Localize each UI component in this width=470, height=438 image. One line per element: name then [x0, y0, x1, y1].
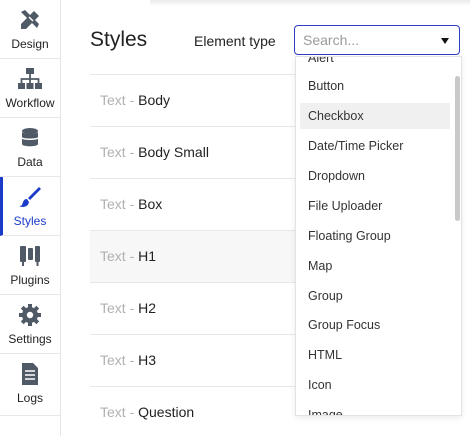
element-type-dropdown[interactable]: Alert Button Checkbox Date/Time Picker D…	[295, 56, 462, 416]
dropdown-option[interactable]: Date/Time Picker	[300, 133, 450, 159]
sidebar-item-label: Data	[17, 155, 43, 169]
sidebar-item-label: Logs	[16, 391, 44, 405]
document-icon	[22, 363, 38, 385]
sidebar-item-workflow[interactable]: Workflow	[0, 59, 60, 118]
dropdown-scrollbar[interactable]	[455, 76, 460, 221]
caret-down-icon[interactable]	[441, 38, 449, 44]
style-row[interactable]: Text - Box	[90, 178, 300, 230]
dropdown-option[interactable]: Group Focus	[300, 312, 450, 338]
style-name: Question	[138, 404, 195, 420]
style-type-prefix: Text -	[100, 300, 139, 316]
sidebar-item-label: Settings	[8, 332, 52, 346]
style-type-prefix: Text -	[100, 196, 139, 212]
dropdown-option[interactable]: Checkbox	[300, 103, 450, 129]
style-type-prefix: Text -	[100, 352, 139, 368]
dropdown-option[interactable]: Group	[300, 283, 450, 309]
sidebar-item-plugins[interactable]: Plugins	[0, 236, 60, 295]
style-row[interactable]: Text - H3	[90, 334, 300, 386]
dropdown-option[interactable]: HTML	[300, 342, 450, 368]
style-row[interactable]: Text - H1	[90, 230, 300, 282]
style-row[interactable]: Text - Body	[90, 74, 300, 126]
style-name: H3	[138, 352, 157, 368]
workflow-icon	[18, 68, 42, 89]
style-name: Body	[138, 92, 171, 108]
style-name: Box	[138, 196, 163, 212]
design-tools-icon	[21, 10, 39, 29]
sidebar-item-label: Plugins	[10, 273, 50, 287]
gear-icon	[19, 304, 41, 326]
paintbrush-icon	[19, 187, 41, 207]
sidebar: Design Workflow Data Styles Plugins Sett…	[0, 0, 61, 436]
search-input[interactable]	[303, 31, 433, 49]
sidebar-item-label: Design	[11, 37, 49, 51]
sidebar-item-label: Workflow	[5, 96, 55, 110]
style-row[interactable]: Text - Question	[90, 386, 300, 438]
sidebar-item-label: Styles	[13, 214, 47, 228]
database-icon	[22, 128, 38, 147]
top-shadow	[150, 0, 470, 6]
style-type-prefix: Text -	[100, 404, 139, 420]
page-title: Styles	[90, 28, 148, 51]
sidebar-item-data[interactable]: Data	[0, 118, 60, 177]
dropdown-option[interactable]: Button	[300, 73, 450, 99]
dropdown-option[interactable]: Icon	[300, 372, 450, 398]
dropdown-option[interactable]: Dropdown	[300, 163, 450, 189]
sidebar-item-styles[interactable]: Styles	[0, 177, 60, 236]
sidebar-item-design[interactable]: Design	[0, 0, 60, 59]
style-type-prefix: Text -	[100, 144, 139, 160]
element-type-label: Element type	[194, 33, 276, 49]
sidebar-item-settings[interactable]: Settings	[0, 295, 60, 354]
element-type-search[interactable]	[294, 25, 460, 55]
dropdown-option[interactable]: Map	[300, 253, 450, 279]
sidebar-item-logs[interactable]: Logs	[0, 354, 60, 416]
style-name: H2	[138, 300, 157, 316]
plugins-icon	[20, 246, 40, 266]
style-name: Body Small	[138, 144, 209, 160]
style-type-prefix: Text -	[100, 92, 139, 108]
dropdown-option[interactable]: Image	[300, 402, 450, 415]
style-row[interactable]: Text - Body Small	[90, 126, 300, 178]
dropdown-option[interactable]: Alert	[300, 57, 450, 71]
style-row[interactable]: Text - H2	[90, 282, 300, 334]
style-name: H1	[138, 248, 157, 264]
dropdown-option[interactable]: File Uploader	[300, 193, 450, 219]
style-type-prefix: Text -	[100, 248, 139, 264]
dropdown-option[interactable]: Floating Group	[300, 223, 450, 249]
